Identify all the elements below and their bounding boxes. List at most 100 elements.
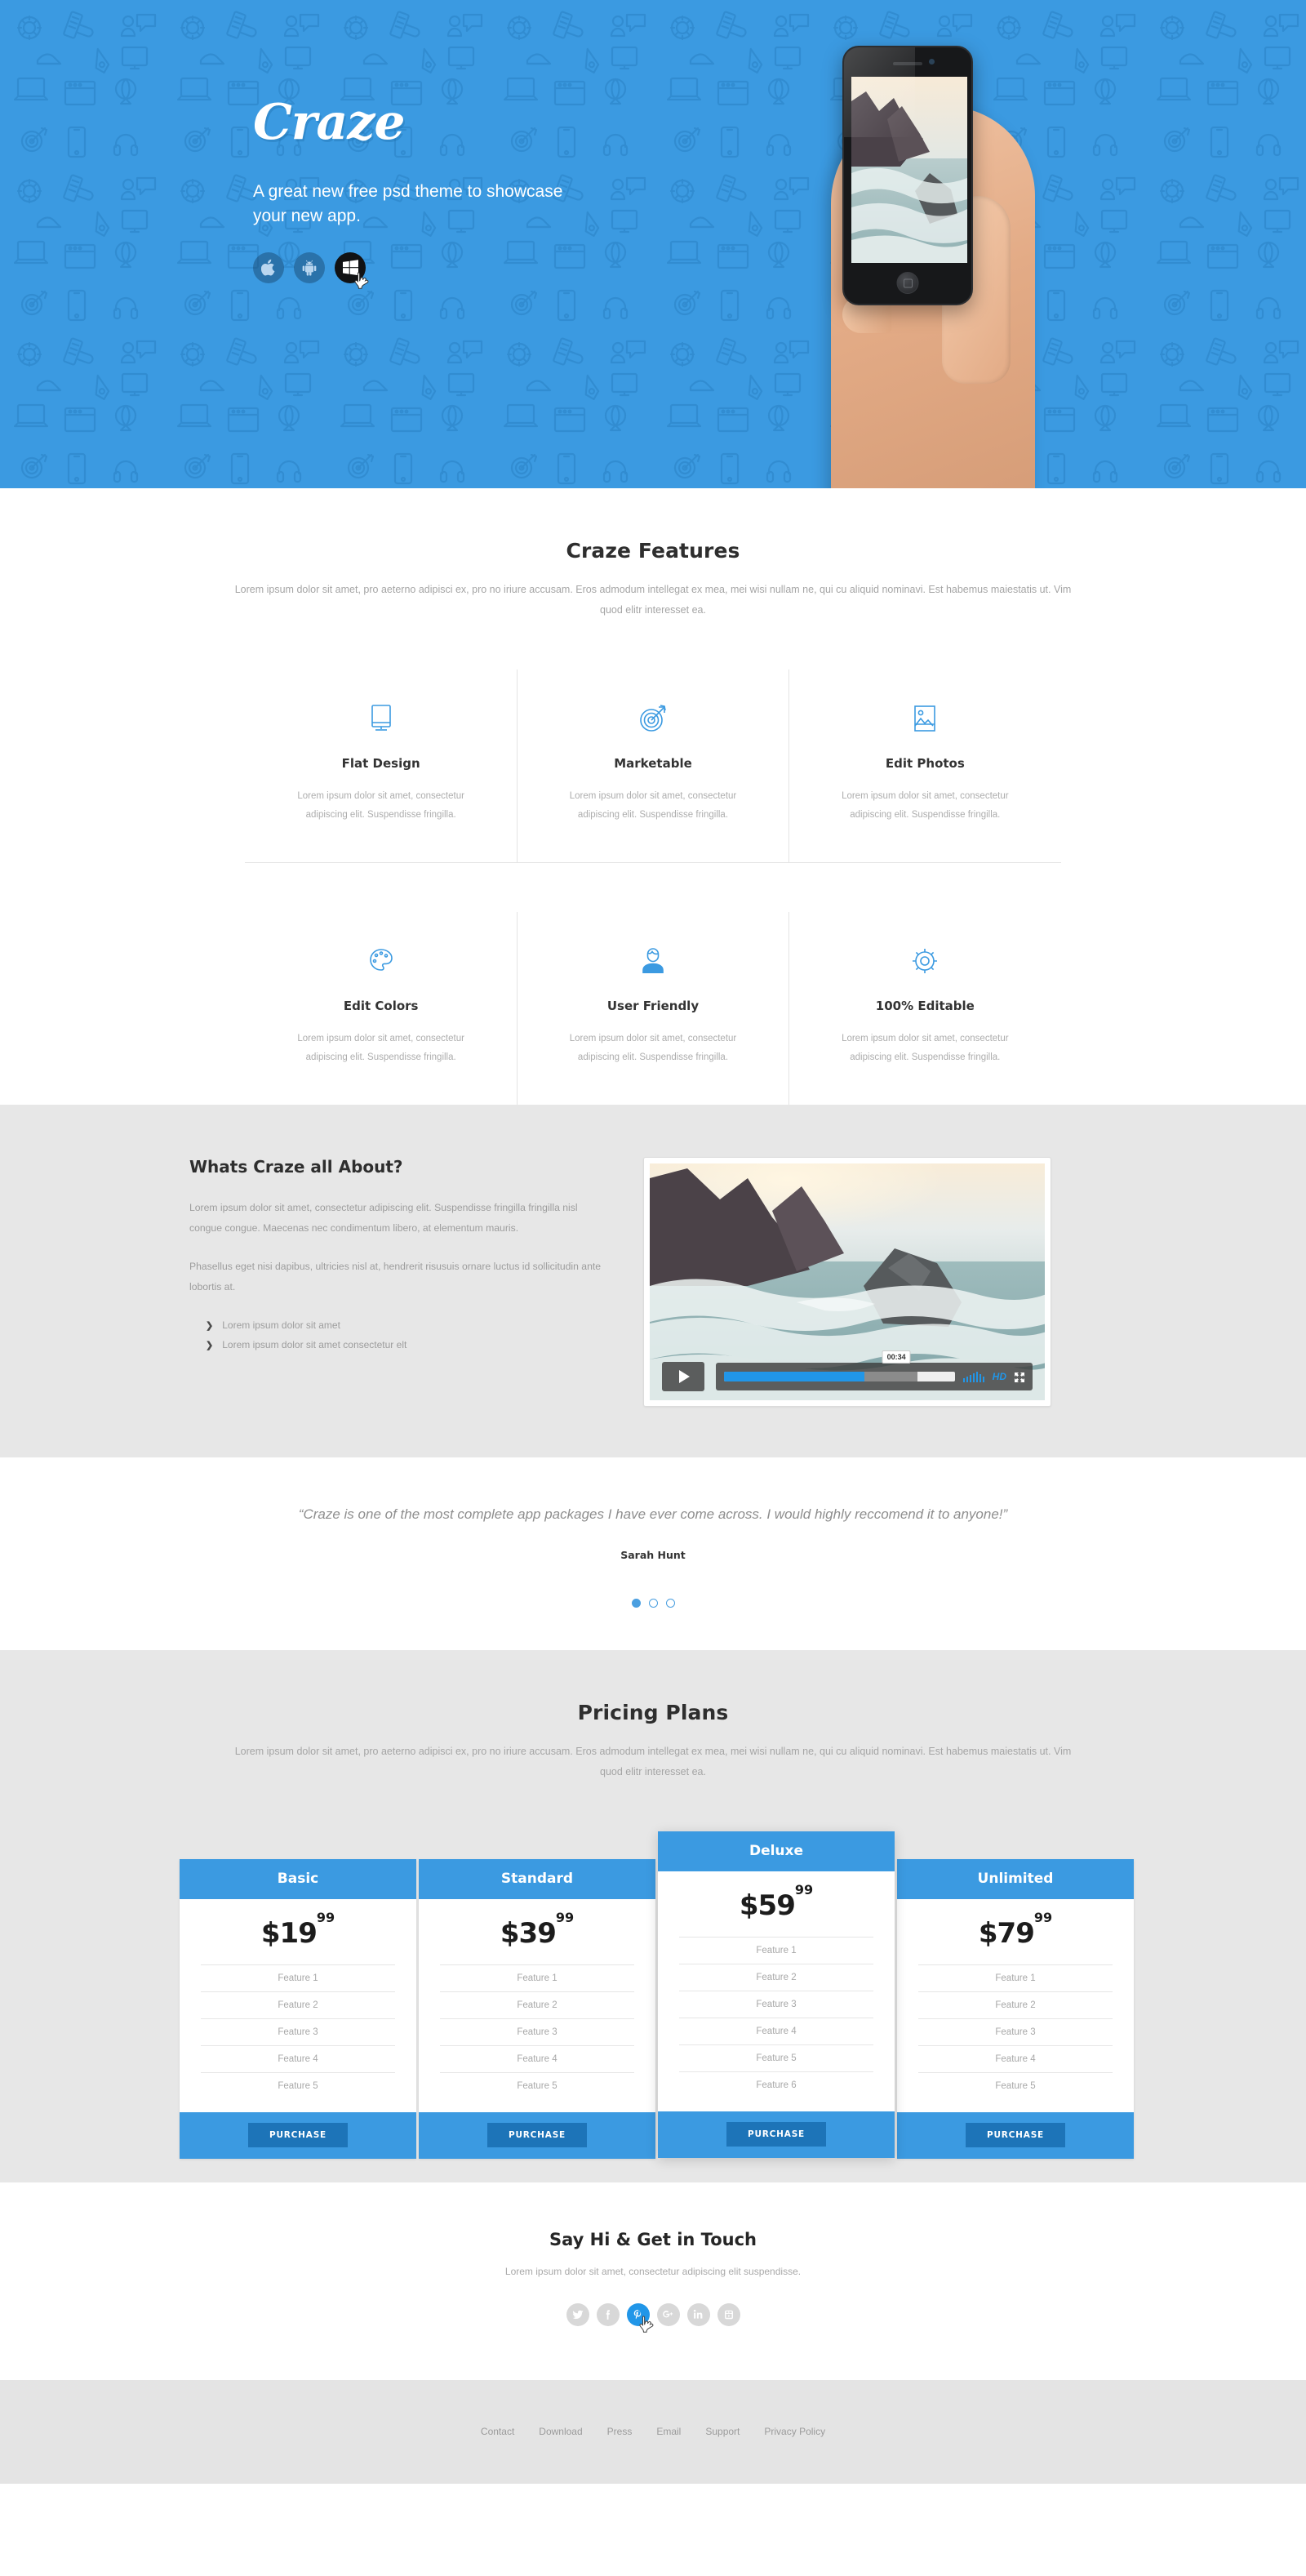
- social-link-twitter[interactable]: [566, 2302, 589, 2326]
- social-link-pinterest[interactable]: [626, 2302, 653, 2333]
- testimonial-container: “Craze is one of the most complete app p…: [171, 1503, 1135, 1608]
- footer-link-press[interactable]: Press: [607, 2426, 633, 2437]
- pricing-card-standard: Standard $3999 Feature 1 Feature 2 Featu…: [419, 1858, 655, 2159]
- brand-logo: Craze: [253, 94, 406, 151]
- hd-badge[interactable]: HD: [993, 1371, 1006, 1382]
- footer-nav: Contact Download Press Email Support Pri…: [481, 2426, 825, 2437]
- social-link-linkedin[interactable]: [686, 2302, 710, 2326]
- phone-home-button: [896, 272, 919, 294]
- plan-feature-list: Feature 1 Feature 2 Feature 3 Feature 4 …: [419, 1964, 655, 2112]
- social-link-youtube[interactable]: [717, 2302, 740, 2326]
- hero-phone-mockup: [808, 33, 1045, 488]
- about-paragraph-1: Lorem ipsum dolor sit amet, consectetur …: [189, 1202, 578, 1235]
- plan-price-main: $79: [978, 1916, 1035, 1950]
- contact-section: Say Hi & Get in Touch Lorem ipsum dolor …: [0, 2182, 1306, 2380]
- plan-price-main: $39: [500, 1916, 557, 1950]
- monitor-icon: [266, 701, 495, 736]
- plan-name: Unlimited: [897, 1858, 1134, 1899]
- contact-text: Lorem ipsum dolor sit amet, consectetur …: [504, 2265, 802, 2277]
- about-grid: Whats Craze all About? Lorem ipsum dolor…: [171, 1157, 1135, 1407]
- footer-link-support[interactable]: Support: [705, 2426, 740, 2437]
- play-button[interactable]: [662, 1362, 704, 1391]
- page-root: Craze A great new free psd theme to show…: [0, 0, 1306, 2484]
- plan-feature: Feature 2: [918, 1991, 1113, 2018]
- feature-card-marketable: Marketable Lorem ipsum dolor sit amet, c…: [517, 670, 789, 863]
- hero-copy: Craze A great new free psd theme to show…: [253, 94, 637, 289]
- hero-section: Craze A great new free psd theme to show…: [0, 0, 1306, 488]
- footer-link-download[interactable]: Download: [539, 2426, 582, 2437]
- purchase-button[interactable]: PURCHASE: [726, 2121, 827, 2147]
- feature-title: Marketable: [614, 756, 692, 771]
- purchase-button[interactable]: PURCHASE: [965, 2122, 1066, 2147]
- feature-text: Lorem ipsum dolor sit amet, consectetur …: [842, 1034, 1009, 1062]
- windows-store-button[interactable]: [335, 251, 369, 289]
- plan-feature: Feature 2: [201, 1991, 395, 2018]
- apple-icon: [260, 259, 274, 276]
- plan-feature: Feature 3: [440, 2018, 634, 2045]
- android-store-button[interactable]: [294, 251, 325, 283]
- list-item-label: Lorem ipsum dolor sit amet consectetur e…: [222, 1339, 407, 1351]
- feature-title: 100% Editable: [875, 999, 975, 1013]
- carousel-dot-2[interactable]: [648, 1598, 658, 1608]
- seek-bar[interactable]: [724, 1372, 955, 1381]
- video-player[interactable]: 00:34 HD: [643, 1157, 1051, 1407]
- video-time-tooltip: 00:34: [882, 1350, 911, 1364]
- feature-text: Lorem ipsum dolor sit amet, consectetur …: [842, 791, 1009, 820]
- facebook-icon: [606, 2309, 610, 2320]
- play-icon: [679, 1370, 690, 1383]
- feature-title: Flat Design: [341, 756, 420, 771]
- phone-device: [842, 46, 973, 305]
- feature-title: Edit Photos: [885, 756, 965, 771]
- pricing-subtitle: Lorem ipsum dolor sit amet, pro aeterno …: [234, 1745, 1072, 1777]
- purchase-button[interactable]: PURCHASE: [247, 2122, 349, 2147]
- list-item-label: Lorem ipsum dolor sit amet: [222, 1319, 340, 1332]
- plan-feature: Feature 2: [440, 1991, 634, 2018]
- features-section: Craze Features Lorem ipsum dolor sit ame…: [0, 488, 1306, 1105]
- fullscreen-icon[interactable]: [1015, 1372, 1024, 1382]
- testimonial-quote: “Craze is one of the most complete app p…: [298, 1506, 1008, 1522]
- carousel-dots: [171, 1598, 1135, 1608]
- plan-feature-list: Feature 1 Feature 2 Feature 3 Feature 4 …: [897, 1964, 1134, 2112]
- purchase-button[interactable]: PURCHASE: [486, 2122, 588, 2147]
- footer-link-email[interactable]: Email: [656, 2426, 681, 2437]
- features-subtitle: Lorem ipsum dolor sit amet, pro aeterno …: [234, 584, 1072, 616]
- volume-meter-icon[interactable]: [962, 1371, 984, 1382]
- feature-card-edit-photos: Edit Photos Lorem ipsum dolor sit amet, …: [788, 670, 1061, 863]
- plan-price-cents: 99: [794, 1882, 814, 1898]
- feature-text: Lorem ipsum dolor sit amet, consectetur …: [569, 1034, 737, 1062]
- plan-price: $5999: [658, 1871, 895, 1937]
- plan-feature: Feature 5: [440, 2071, 634, 2099]
- feature-text: Lorem ipsum dolor sit amet, consectetur …: [569, 791, 737, 820]
- palette-icon: [266, 943, 495, 979]
- phone-camera: [929, 59, 935, 65]
- youtube-icon: [724, 2310, 733, 2319]
- plan-feature: Feature 4: [679, 2017, 873, 2044]
- plan-feature: Feature 3: [918, 2018, 1113, 2045]
- plan-price-main: $19: [260, 1916, 318, 1950]
- pricing-card-unlimited: Unlimited $7999 Feature 1 Feature 2 Feat…: [897, 1858, 1134, 2159]
- phone-glass-reflection: [844, 47, 916, 137]
- feature-card-editable: 100% Editable Lorem ipsum dolor sit amet…: [789, 912, 1061, 1105]
- feature-card-edit-colors: Edit Colors Lorem ipsum dolor sit amet, …: [245, 912, 517, 1105]
- plan-footer: PURCHASE: [419, 2111, 655, 2159]
- social-link-google-plus[interactable]: [656, 2302, 680, 2326]
- about-section: Whats Craze all About? Lorem ipsum dolor…: [0, 1105, 1306, 1457]
- feature-card-flat-design: Flat Design Lorem ipsum dolor sit amet, …: [245, 670, 518, 863]
- features-title: Craze Features: [566, 539, 740, 563]
- carousel-dot-1[interactable]: [631, 1598, 641, 1608]
- plan-feature: Feature 2: [679, 1963, 873, 1991]
- about-copy: Whats Craze all About? Lorem ipsum dolor…: [171, 1157, 604, 1355]
- footer-link-contact[interactable]: Contact: [481, 2426, 514, 2437]
- apple-store-button[interactable]: [253, 251, 284, 283]
- plan-price-main: $59: [739, 1889, 796, 1922]
- plan-footer: PURCHASE: [658, 2111, 895, 2158]
- social-link-facebook[interactable]: [596, 2302, 620, 2326]
- plan-feature-list: Feature 1 Feature 2 Feature 3 Feature 4 …: [180, 1964, 416, 2112]
- feature-title: Edit Colors: [343, 999, 419, 1013]
- about-container: Whats Craze all About? Lorem ipsum dolor…: [171, 1157, 1135, 1407]
- testimonial-section: “Craze is one of the most complete app p…: [0, 1457, 1306, 1650]
- carousel-dot-3[interactable]: [665, 1598, 675, 1608]
- plan-feature: Feature 3: [679, 1990, 873, 2018]
- twitter-icon: [572, 2310, 583, 2319]
- footer-link-privacy-policy[interactable]: Privacy Policy: [764, 2426, 825, 2437]
